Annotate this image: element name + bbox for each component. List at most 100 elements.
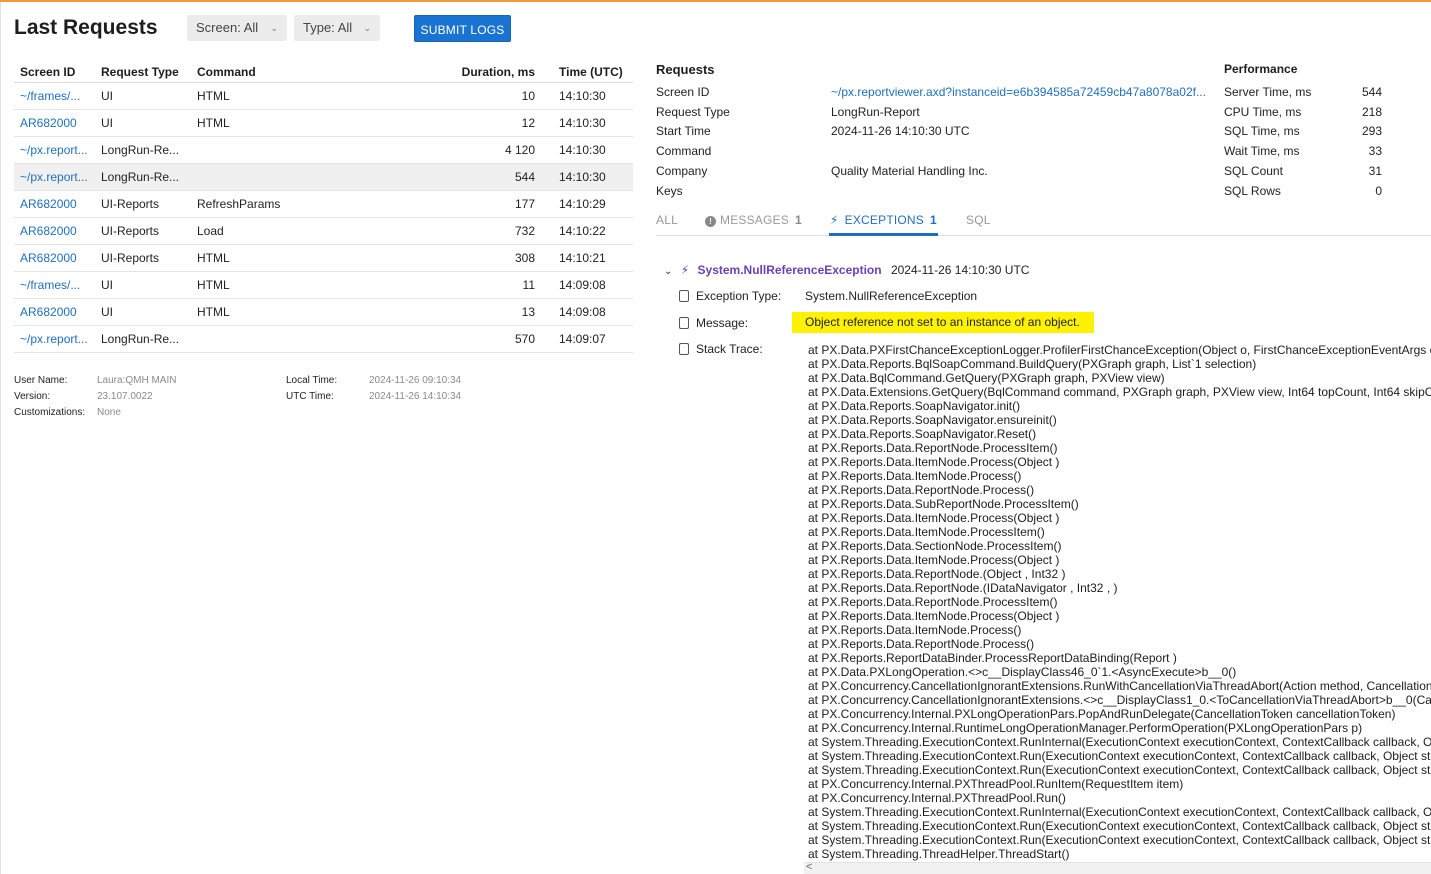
tab-messages[interactable]: ! MESSAGES 1: [705, 213, 802, 227]
cell-screen-id[interactable]: ~/frames/...: [14, 271, 95, 299]
cell-duration: 570: [369, 325, 541, 353]
stack-line: at PX.Data.Reports.SoapNavigator.init(): [808, 399, 1021, 413]
cell-screen-id[interactable]: AR682000: [14, 109, 95, 137]
message-label: Message:: [696, 316, 749, 330]
performance-values: 544 218 293 33 31 0: [1322, 83, 1382, 201]
cell-screen-id[interactable]: ~/px.report...: [14, 163, 95, 191]
table-row[interactable]: AR682000 UI HTML 12 14:10:30: [14, 109, 633, 137]
horizontal-scrollbar[interactable]: [804, 862, 1431, 874]
stack-line: at PX.Reports.Data.ItemNode.Process(Obje…: [808, 455, 1060, 469]
cell-screen-id[interactable]: AR682000: [14, 298, 95, 326]
tab-exceptions[interactable]: ⚡︎ EXCEPTIONS 1: [830, 213, 937, 227]
exception-time: 2024-11-26 14:10:30 UTC: [890, 263, 1030, 277]
tabs-divider: [656, 235, 1431, 236]
cell-request-type: UI-Reports: [95, 217, 191, 245]
table-row[interactable]: AR682000 UI-Reports Load 732 14:10:22: [14, 217, 633, 245]
performance-labels: Server Time, ms CPU Time, ms SQL Time, m…: [1224, 83, 1311, 201]
cell-screen-id[interactable]: ~/px.report...: [14, 136, 95, 164]
stack-line: at System.Threading.ExecutionContext.Run…: [808, 749, 1431, 763]
cell-screen-id[interactable]: ~/frames/...: [14, 82, 95, 110]
cell-time: 14:10:30: [541, 109, 633, 137]
table-row[interactable]: AR682000 UI-Reports RefreshParams 177 14…: [14, 190, 633, 218]
column-header-screen-id[interactable]: Screen ID: [14, 58, 95, 83]
cell-time: 14:09:07: [541, 325, 633, 353]
stack-line: at PX.Reports.Data.ReportNode.(IDataNavi…: [808, 581, 1118, 595]
table-header-row: Screen ID Request Type Command Duration,…: [14, 58, 633, 83]
screen-filter-label: Screen: All: [196, 20, 259, 35]
column-header-request-type[interactable]: Request Type: [95, 58, 191, 83]
stack-line: at PX.Reports.Data.ItemNode.Process(Obje…: [808, 609, 1060, 623]
stack-line: at PX.Concurrency.Internal.PXThreadPool.…: [808, 777, 1184, 791]
cell-command: [191, 136, 369, 164]
stack-line: at PX.Data.BqlCommand.GetQuery(PXGraph g…: [808, 371, 1165, 385]
sql-count-value: 31: [1368, 163, 1382, 178]
submit-logs-button[interactable]: SUBMIT LOGS: [414, 15, 511, 42]
cell-screen-id[interactable]: ~/px.report...: [14, 325, 95, 353]
column-header-command[interactable]: Command: [191, 58, 369, 83]
exception-type-value: System.NullReferenceException: [805, 289, 978, 303]
request-type-label: Request Type: [656, 104, 730, 119]
cell-time: 14:10:30: [541, 163, 633, 191]
column-header-duration[interactable]: Duration, ms: [369, 58, 541, 83]
requests-table: Screen ID Request Type Command Duration,…: [14, 58, 633, 353]
stack-line: at PX.Data.Reports.SoapNavigator.Reset(): [808, 427, 1037, 441]
screen-id-link[interactable]: ~/px.reportviewer.axd?instanceid=e6b3945…: [831, 83, 1206, 103]
customizations-value: None: [97, 407, 121, 418]
table-row-selected[interactable]: ~/px.report... LongRun-Re... 544 14:10:3…: [14, 163, 633, 191]
tab-all-label: ALL: [656, 213, 678, 227]
local-time-label: Local Time:: [286, 375, 338, 386]
message-value: Object reference not set to an instance …: [792, 312, 1094, 333]
table-row[interactable]: ~/px.report... LongRun-Re... 570 14:09:0…: [14, 325, 633, 353]
cell-duration: 544: [369, 163, 541, 191]
copy-icon[interactable]: [679, 290, 689, 302]
exception-header[interactable]: ⌄ ⚡︎ System.NullReferenceException 2024-…: [664, 263, 1029, 277]
cell-command: [191, 163, 369, 191]
sql-time-label: SQL Time, ms: [1224, 124, 1300, 139]
tab-all[interactable]: ALL: [656, 213, 678, 227]
chevron-down-icon[interactable]: ⌄: [664, 266, 672, 277]
stack-line: at PX.Reports.Data.ItemNode.ProcessItem(…: [808, 525, 1045, 539]
request-detail-values: ~/px.reportviewer.axd?instanceid=e6b3945…: [831, 83, 1219, 201]
utc-time-value: 2024-11-26 14:10:34: [369, 391, 462, 402]
cell-duration: 308: [369, 244, 541, 272]
stack-line: at PX.Concurrency.Internal.PXThreadPool.…: [808, 791, 1066, 805]
copy-icon[interactable]: [679, 317, 689, 329]
company-value: Quality Material Handling Inc.: [831, 163, 988, 178]
cell-screen-id[interactable]: AR682000: [14, 217, 95, 245]
table-row[interactable]: AR682000 UI HTML 13 14:09:08: [14, 298, 633, 326]
time-info: Local Time: 2024-11-26 09:10:34 UTC Time…: [286, 373, 486, 407]
request-type-value: LongRun-Report: [831, 104, 920, 119]
performance-section-title: Performance: [1224, 62, 1298, 76]
stack-line: at PX.Concurrency.CancellationIgnorantEx…: [808, 693, 1431, 707]
copy-icon[interactable]: [679, 343, 689, 355]
stack-line: at PX.Reports.Data.ItemNode.Process(): [808, 623, 1022, 637]
cell-command: RefreshParams: [191, 190, 369, 218]
type-filter-dropdown[interactable]: Type: All ⌄: [294, 15, 380, 41]
table-row[interactable]: AR682000 UI-Reports HTML 308 14:10:21: [14, 244, 633, 272]
table-row[interactable]: ~/frames/... UI HTML 11 14:09:08: [14, 271, 633, 299]
column-header-time[interactable]: Time (UTC): [541, 58, 633, 83]
cell-duration: 13: [369, 298, 541, 326]
cell-time: 14:09:08: [541, 271, 633, 299]
screen-filter-dropdown[interactable]: Screen: All ⌄: [187, 15, 287, 41]
cell-duration: 177: [369, 190, 541, 218]
cell-screen-id[interactable]: AR682000: [14, 244, 95, 272]
user-name-label: User Name:: [14, 375, 68, 386]
stack-line: at PX.Reports.Data.ReportNode.Process(): [808, 483, 1035, 497]
cell-screen-id[interactable]: AR682000: [14, 190, 95, 218]
stack-line: at PX.Concurrency.Internal.RuntimeLongOp…: [808, 721, 1363, 735]
scroll-left-icon[interactable]: <: [806, 861, 812, 873]
cpu-time-value: 218: [1361, 104, 1382, 119]
cell-command: Load: [191, 217, 369, 245]
stack-trace: at PX.Data.PXFirstChanceExceptionLogger.…: [808, 343, 1431, 861]
tab-sql[interactable]: SQL: [966, 213, 991, 227]
table-row[interactable]: ~/frames/... UI HTML 10 14:10:30: [14, 82, 633, 110]
stack-line: at System.Threading.ExecutionContext.Run…: [808, 805, 1431, 819]
user-name-value: Laura:QMH MAIN: [97, 375, 177, 386]
stack-line: at PX.Reports.Data.ReportNode.(Object , …: [808, 567, 1066, 581]
table-row[interactable]: ~/px.report... LongRun-Re... 4 120 14:10…: [14, 136, 633, 164]
cell-duration: 732: [369, 217, 541, 245]
sql-time-value: 293: [1361, 124, 1382, 139]
stack-trace-label: Stack Trace:: [696, 342, 763, 356]
stack-line: at System.Threading.ExecutionContext.Run…: [808, 735, 1431, 749]
